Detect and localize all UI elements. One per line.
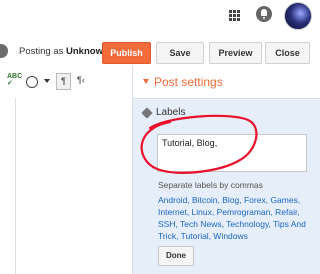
posting-prefix: Posting as: [19, 46, 64, 57]
done-button[interactable]: Done: [158, 246, 194, 266]
labels-panel: Labels Tutorial, Blog, Separate labels b…: [133, 100, 320, 274]
editor-toolbar: ABC ✓ ¶ ¶‹: [0, 70, 135, 94]
close-button[interactable]: Close: [265, 42, 310, 64]
user-icon: [0, 44, 8, 58]
rtl-direction-button[interactable]: ¶‹: [77, 75, 85, 85]
collapse-arrow-icon[interactable]: [143, 79, 149, 84]
publish-button[interactable]: Publish: [102, 42, 151, 64]
preview-button[interactable]: Preview: [209, 42, 262, 64]
posting-as-text: Posting as Unknown: [19, 46, 109, 57]
tag-icon: [141, 107, 153, 119]
save-button[interactable]: Save: [156, 42, 204, 64]
notifications-bell-icon[interactable]: [256, 6, 272, 22]
spellcheck-icon[interactable]: ABC ✓: [7, 73, 22, 87]
post-settings-header[interactable]: Post settings: [133, 66, 320, 99]
apps-grid-icon[interactable]: [229, 10, 241, 22]
post-settings-title: Post settings: [154, 75, 223, 89]
chevron-down-icon[interactable]: [44, 79, 50, 83]
editor-gutter: [0, 98, 16, 274]
avatar[interactable]: [284, 2, 312, 30]
action-bar: Posting as Unknown Publish Save Preview …: [0, 38, 320, 66]
post-editor-area[interactable]: [16, 98, 132, 274]
post-settings-sidebar: Post settings Labels Tutorial, Blog, Sep…: [132, 66, 320, 274]
labels-input[interactable]: Tutorial, Blog,: [157, 134, 307, 172]
spellcheck-label: ABC: [7, 73, 23, 80]
labels-heading: Labels: [156, 107, 186, 118]
top-bar: [0, 0, 320, 34]
emoji-icon[interactable]: [26, 76, 38, 88]
suggested-labels[interactable]: Android, Bitcoin, Blog, Forex, Games, In…: [158, 194, 313, 242]
labels-hint: Separate labels by commas: [158, 180, 263, 190]
ltr-direction-button[interactable]: ¶: [56, 73, 71, 90]
